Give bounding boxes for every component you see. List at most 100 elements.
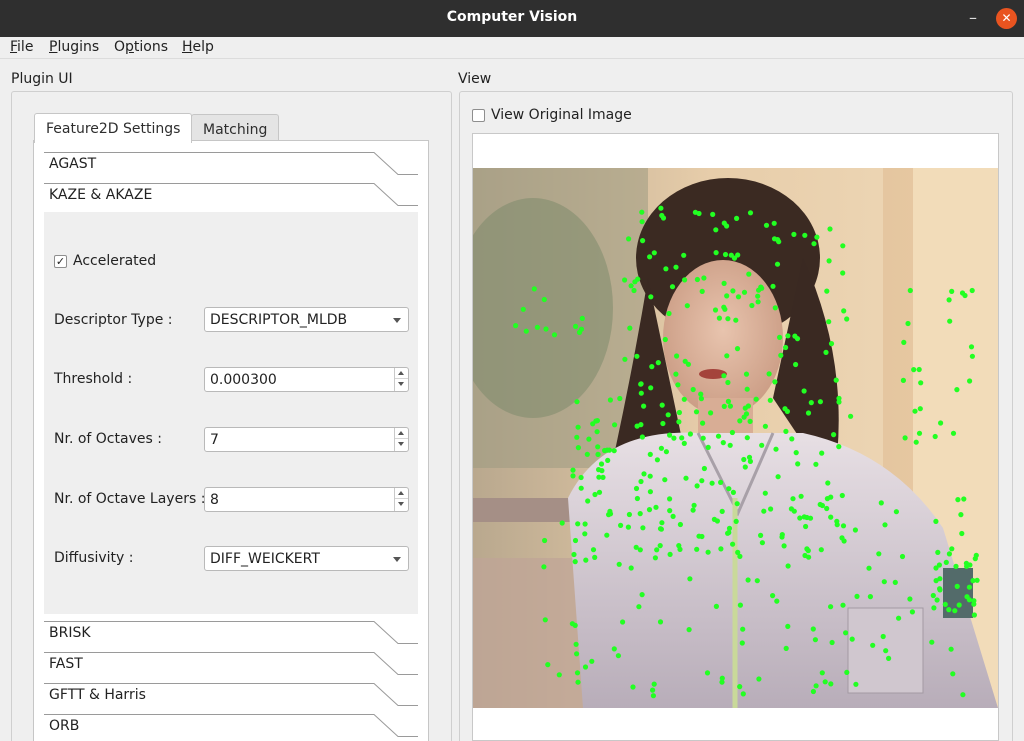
keypoint-marker — [596, 474, 602, 480]
keypoint-marker — [596, 489, 603, 495]
keypoint-marker — [819, 450, 825, 456]
keypoint-marker — [651, 250, 657, 256]
decrement-arrow-icon[interactable] — [395, 379, 408, 390]
keypoint-marker — [687, 576, 693, 582]
increment-arrow-icon[interactable] — [395, 488, 408, 499]
keypoint-marker — [676, 543, 682, 549]
octaves-input[interactable] — [206, 429, 394, 450]
keypoint-marker — [667, 432, 673, 438]
keypoint-marker — [569, 621, 575, 627]
keypoint-marker — [647, 254, 653, 260]
keypoint-marker — [737, 602, 743, 608]
menu-help[interactable]: Help — [182, 39, 214, 55]
keypoint-marker — [745, 577, 751, 583]
keypoint-marker — [917, 406, 923, 412]
decrement-arrow-icon[interactable] — [395, 439, 408, 450]
keypoint-marker — [694, 546, 700, 552]
diffusivity-label: Diffusivity : — [54, 550, 134, 566]
keypoint-marker — [840, 243, 846, 249]
keypoint-marker — [733, 317, 739, 323]
toolbox-orb[interactable]: ORB — [44, 714, 418, 741]
keypoint-marker — [960, 692, 966, 698]
keypoint-marker — [867, 594, 873, 600]
keypoint-marker — [841, 308, 847, 314]
diffusivity-select[interactable]: DIFF_WEICKERT — [204, 546, 409, 571]
tab-feature2d-settings[interactable]: Feature2D Settings — [34, 113, 193, 143]
keypoint-marker — [929, 639, 935, 645]
keypoint-marker — [628, 565, 634, 571]
keypoint-marker — [543, 326, 549, 332]
keypoint-marker — [658, 445, 664, 451]
keypoint-marker — [729, 429, 735, 436]
descriptor-type-select[interactable]: DESCRIPTOR_MLDB — [204, 307, 409, 332]
keypoint-marker — [935, 549, 941, 555]
keypoint-marker — [559, 520, 565, 526]
keypoint-marker — [934, 597, 940, 603]
toolbox-brisk[interactable]: BRISK — [44, 621, 418, 652]
keypoint-marker — [756, 676, 762, 682]
keypoint-marker — [966, 584, 972, 590]
menu-plugins[interactable]: Plugins — [49, 39, 99, 55]
keypoint-marker — [575, 679, 581, 685]
keypoint-marker — [579, 315, 585, 321]
decrement-arrow-icon[interactable] — [395, 499, 408, 510]
keypoint-marker — [647, 451, 653, 457]
keypoint-marker — [946, 297, 952, 303]
keypoint-marker — [724, 353, 730, 359]
keypoint-marker — [660, 420, 666, 427]
keypoint-marker — [641, 403, 647, 409]
threshold-stepper — [394, 368, 408, 391]
view-original-checkbox[interactable] — [472, 109, 485, 122]
accelerated-checkbox[interactable]: ✓ — [54, 255, 67, 268]
octave-layers-input[interactable] — [206, 489, 394, 510]
toolbox-agast[interactable]: AGAST — [44, 152, 418, 183]
keypoint-marker — [713, 227, 719, 233]
accelerated-label: Accelerated — [73, 253, 157, 269]
keypoint-marker — [659, 212, 665, 219]
keypoint-marker — [659, 520, 665, 526]
minimize-button[interactable]: – — [963, 6, 983, 30]
keypoint-marker — [836, 395, 842, 401]
keypoint-marker — [755, 299, 761, 305]
keypoint-marker — [774, 598, 780, 604]
increment-arrow-icon[interactable] — [395, 428, 408, 439]
keypoint-marker — [721, 280, 727, 286]
tab-matching[interactable]: Matching — [191, 114, 280, 142]
keypoint-marker — [783, 645, 789, 651]
keypoint-marker — [831, 432, 837, 438]
toolbox-tab-shape — [44, 621, 418, 644]
close-button[interactable]: ✕ — [996, 8, 1017, 29]
keypoint-marker — [777, 334, 783, 340]
keypoint-marker — [969, 353, 975, 359]
keypoint-marker — [570, 467, 576, 473]
toolbox-kaze-akaze[interactable]: KAZE & AKAZE — [44, 183, 418, 214]
keypoint-marker — [690, 386, 696, 393]
keypoint-marker — [652, 555, 658, 561]
keypoint-marker — [573, 641, 579, 647]
keypoint-marker — [741, 289, 748, 295]
toolbox-gftt-harris[interactable]: GFTT & Harris — [44, 683, 418, 714]
keypoint-marker — [950, 671, 956, 677]
keypoint-marker — [718, 479, 724, 485]
keypoint-marker — [943, 559, 949, 565]
keypoint-marker — [574, 434, 580, 440]
keypoint-marker — [788, 506, 794, 512]
toolbox-fast[interactable]: FAST — [44, 652, 418, 683]
keypoint-marker — [852, 527, 858, 533]
menu-file[interactable]: File — [10, 39, 33, 55]
keypoint-marker — [876, 551, 882, 557]
keypoint-marker — [849, 636, 855, 642]
keypoint-marker — [556, 672, 562, 678]
keypoint-marker — [840, 602, 846, 608]
keypoint-marker — [520, 306, 526, 312]
keypoint-marker — [768, 506, 774, 512]
keypoint-marker — [578, 474, 584, 481]
keypoint-marker — [655, 360, 661, 366]
menu-options[interactable]: Options — [114, 39, 168, 55]
keypoint-marker — [681, 440, 687, 446]
keypoint-marker — [701, 465, 707, 472]
increment-arrow-icon[interactable] — [395, 368, 408, 379]
threshold-input[interactable] — [206, 369, 394, 390]
keypoint-marker — [683, 475, 689, 481]
keypoint-marker — [824, 496, 830, 502]
